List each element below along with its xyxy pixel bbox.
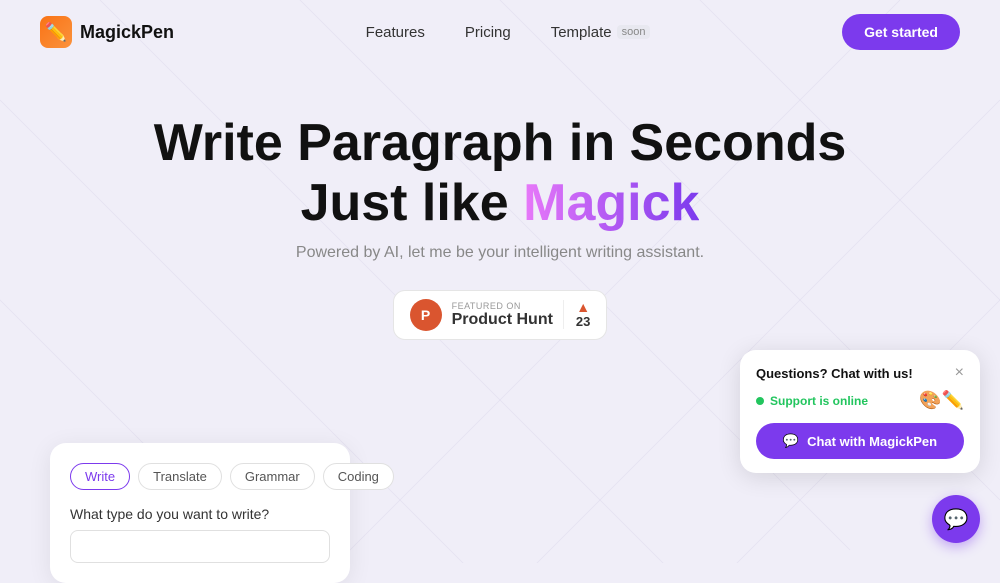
ph-name: Product Hunt xyxy=(452,311,553,329)
chat-fab-icon: 💬 xyxy=(944,507,969,532)
hero-title: Write Paragraph in Seconds Just like Mag… xyxy=(20,114,980,234)
ph-upvote-icon: ▲ xyxy=(576,300,590,314)
nav-links: Features Pricing Template soon xyxy=(366,24,651,41)
ph-text: FEATURED ON Product Hunt xyxy=(452,301,553,329)
chat-status: Support is online 🎨✏️ xyxy=(756,390,964,411)
navbar: ✏️ MagickPen Features Pricing Template s… xyxy=(0,0,1000,64)
get-started-button[interactable]: Get started xyxy=(842,14,960,50)
logo-icon: ✏️ xyxy=(40,16,72,48)
nav-soon-badge: soon xyxy=(617,25,651,39)
logo[interactable]: ✏️ MagickPen xyxy=(40,16,174,48)
editor-tabs: Write Translate Grammar Coding xyxy=(70,463,330,490)
tab-translate[interactable]: Translate xyxy=(138,463,222,490)
chat-close-button[interactable]: × xyxy=(955,364,964,382)
chat-avatars: 🎨✏️ xyxy=(919,390,964,411)
chat-widget: Questions? Chat with us! × Support is on… xyxy=(740,350,980,473)
editor-card: Write Translate Grammar Coding What type… xyxy=(50,443,350,583)
logo-text: MagickPen xyxy=(80,22,174,43)
status-indicator xyxy=(756,397,764,405)
hero-section: Write Paragraph in Seconds Just like Mag… xyxy=(0,64,1000,360)
tab-grammar[interactable]: Grammar xyxy=(230,463,315,490)
editor-input[interactable] xyxy=(70,530,330,563)
chat-btn-icon: 💬 xyxy=(783,433,799,449)
chat-header: Questions? Chat with us! × xyxy=(756,364,964,382)
chat-btn-label: Chat with MagickPen xyxy=(807,434,937,449)
chat-fab[interactable]: 💬 xyxy=(932,495,980,543)
nav-template[interactable]: Template soon xyxy=(551,24,651,41)
ph-votes-count: 23 xyxy=(576,314,590,329)
ph-votes: ▲ 23 xyxy=(563,300,590,329)
nav-features[interactable]: Features xyxy=(366,24,425,41)
nav-pricing[interactable]: Pricing xyxy=(465,24,511,41)
tab-coding[interactable]: Coding xyxy=(323,463,394,490)
product-hunt-badge[interactable]: P FEATURED ON Product Hunt ▲ 23 xyxy=(393,290,608,340)
tab-write[interactable]: Write xyxy=(70,463,130,490)
ph-featured-label: FEATURED ON xyxy=(452,301,521,311)
ph-icon: P xyxy=(410,299,442,331)
editor-label: What type do you want to write? xyxy=(70,506,330,522)
hero-subtitle: Powered by AI, let me be your intelligen… xyxy=(20,244,980,262)
chat-status-left: Support is online xyxy=(756,394,868,408)
hero-highlight: Magick xyxy=(523,174,699,232)
status-text: Support is online xyxy=(770,394,868,408)
chat-button[interactable]: 💬 Chat with MagickPen xyxy=(756,423,964,459)
chat-title: Questions? Chat with us! xyxy=(756,366,913,381)
